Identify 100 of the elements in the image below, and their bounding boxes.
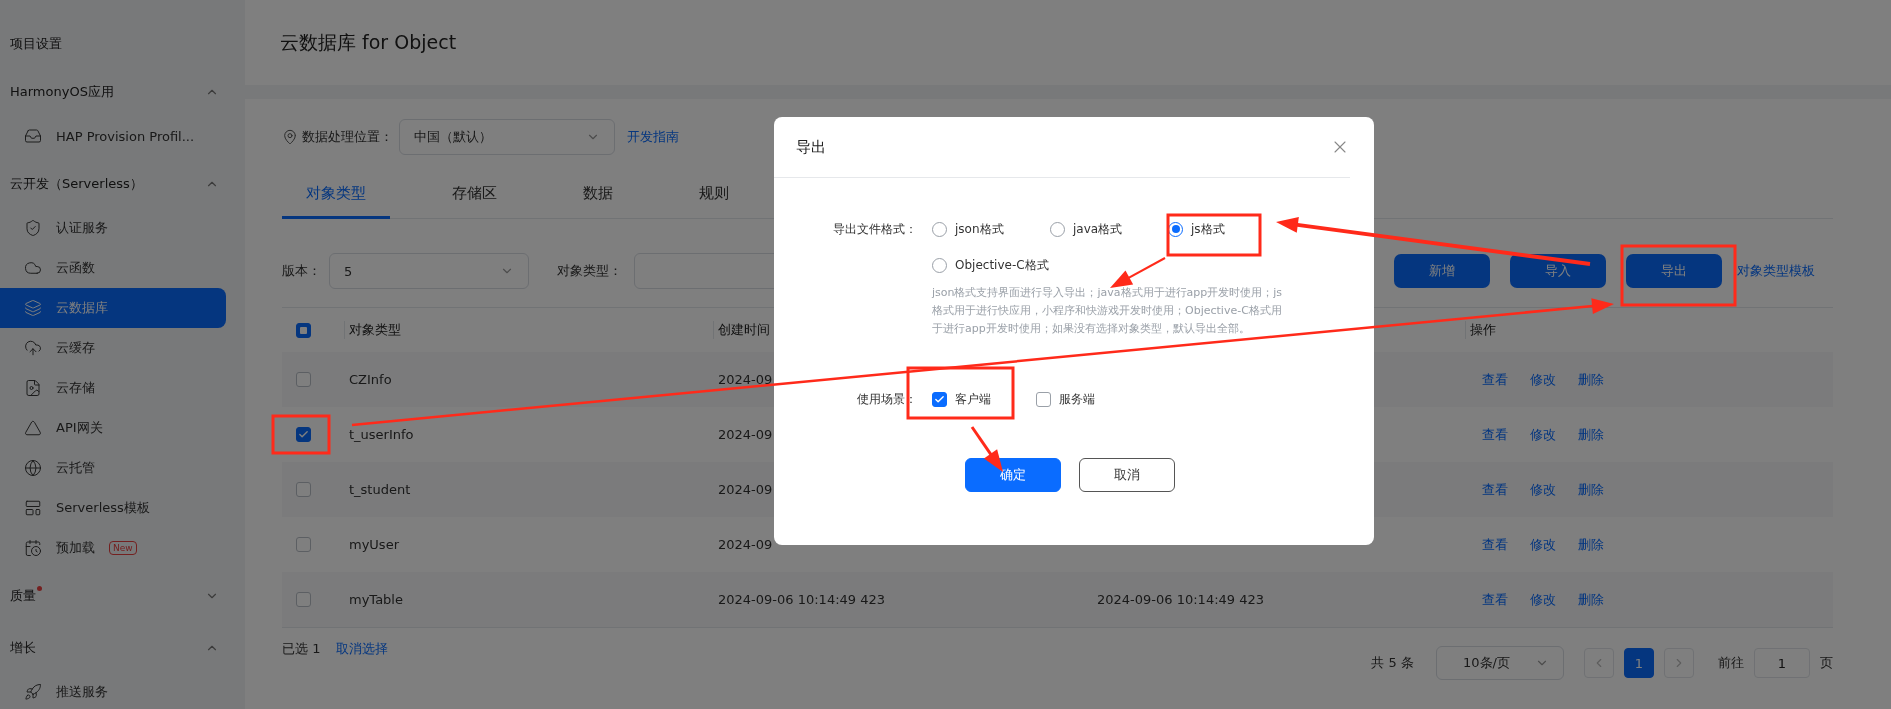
- dev-guide-link[interactable]: 开发指南: [627, 128, 679, 146]
- table-cell: 2024-09: [718, 427, 773, 442]
- row-action-link[interactable]: 修改: [1530, 590, 1556, 609]
- row-checkbox[interactable]: [296, 592, 311, 607]
- inbox-icon: [24, 127, 42, 145]
- row-action-link[interactable]: 修改: [1530, 480, 1556, 499]
- sidebar-item[interactable]: HAP Provision Profil...: [0, 116, 226, 156]
- sidebar-section-title[interactable]: 云开发（Serverless）: [10, 175, 143, 193]
- image-file-icon: [24, 379, 42, 397]
- format-radio[interactable]: js格式: [1168, 218, 1258, 240]
- row-action-link[interactable]: 删除: [1578, 480, 1604, 499]
- confirm-button[interactable]: 确定: [965, 458, 1061, 492]
- column-header: 创建时间: [713, 321, 770, 339]
- sidebar-item-label: 云托管: [56, 459, 95, 477]
- table-cell: 2024-09: [718, 372, 773, 387]
- region-select[interactable]: 中国（默认）: [399, 119, 615, 155]
- action-button[interactable]: 导出: [1626, 254, 1722, 288]
- usage-label: 使用场景：: [856, 391, 917, 408]
- checkbox[interactable]: [1036, 391, 1051, 407]
- sidebar-section-title[interactable]: 增长: [10, 639, 36, 657]
- page-suffix: 页: [1820, 654, 1833, 672]
- cloud-icon: [24, 259, 42, 277]
- row-action-link[interactable]: 修改: [1530, 425, 1556, 444]
- sidebar-item[interactable]: API网关: [0, 408, 226, 448]
- tab[interactable]: 存储区: [428, 170, 521, 219]
- sidebar-section-title[interactable]: 质量: [10, 587, 36, 605]
- sidebar-item[interactable]: 推送服务: [0, 672, 226, 709]
- action-button[interactable]: 新增: [1394, 254, 1490, 288]
- row-action-link[interactable]: 查看: [1482, 425, 1508, 444]
- sidebar-item[interactable]: 云缓存: [0, 328, 226, 368]
- table-cell: myUser: [349, 537, 399, 552]
- sidebar-item-label: API网关: [56, 419, 103, 437]
- sidebar-item[interactable]: 云托管: [0, 448, 226, 488]
- sidebar-item[interactable]: 预加载 New: [0, 528, 226, 568]
- sidebar-item-label: 预加载: [56, 539, 95, 557]
- globe-icon: [24, 459, 42, 477]
- sidebar-item[interactable]: Serverless模板: [0, 488, 226, 528]
- row-action-link[interactable]: 删除: [1578, 535, 1604, 554]
- highlight-frame: [271, 414, 331, 455]
- layers-icon: [24, 299, 42, 317]
- check-icon: [298, 429, 309, 440]
- page-size-select[interactable]: 10条/页: [1436, 646, 1564, 680]
- table-cell: t_student: [349, 482, 411, 497]
- sidebar-item-label: 云存储: [56, 379, 95, 397]
- version-select[interactable]: 5: [329, 253, 529, 289]
- version-label: 版本：: [282, 262, 321, 280]
- sidebar-item[interactable]: 认证服务: [0, 208, 226, 248]
- cancel-button[interactable]: 取消: [1079, 458, 1175, 492]
- type-label: 对象类型：: [557, 262, 622, 280]
- row-action-link[interactable]: 删除: [1578, 590, 1604, 609]
- sidebar-item[interactable]: 云函数: [0, 248, 226, 288]
- total-count: 共 5 条: [1371, 654, 1414, 672]
- triangle-icon: [24, 419, 42, 437]
- page-button[interactable]: 1: [1624, 648, 1654, 678]
- row-checkbox[interactable]: [296, 427, 311, 442]
- sidebar-item-label: 推送服务: [56, 683, 108, 701]
- tab[interactable]: 规则: [675, 170, 753, 219]
- row-action-link[interactable]: 删除: [1578, 425, 1604, 444]
- tab[interactable]: 对象类型: [282, 170, 390, 219]
- sidebar-item-label: 云数据库: [56, 299, 108, 317]
- column-header: 对象类型: [344, 321, 401, 339]
- usage-checkbox[interactable]: 服务端: [1036, 388, 1140, 410]
- shield-icon: [24, 219, 42, 237]
- row-checkbox[interactable]: [296, 537, 311, 552]
- dialog-title: 导出: [796, 137, 826, 157]
- table-cell: 2024-09-06 10:14:49 423: [1097, 592, 1264, 607]
- format-radio[interactable]: java格式: [1050, 218, 1168, 240]
- format-hint: json格式支持界面进行导入导出；java格式用于进行app开发时使用；js格式用于进行快应用，小程序和快游戏开发时使用；Objective-C格式用于进行app开发时使用；如果没有选择对象类型，默认导出全部。: [932, 285, 1284, 337]
- format-label: 导出文件格式：: [832, 221, 917, 238]
- usage-checkbox[interactable]: 客户端: [932, 388, 1036, 410]
- sidebar-item-label: Serverless模板: [56, 499, 150, 517]
- format-radio[interactable]: json格式: [932, 218, 1050, 240]
- table-cell: myTable: [349, 592, 403, 607]
- tab[interactable]: 数据: [559, 170, 637, 219]
- row-action-link[interactable]: 修改: [1530, 535, 1556, 554]
- row-action-link[interactable]: 查看: [1482, 535, 1508, 554]
- sidebar-item[interactable]: 云存储: [0, 368, 226, 408]
- sidebar-item-label: HAP Provision Profil...: [56, 128, 195, 144]
- format-radio[interactable]: Objective-C格式: [932, 254, 1050, 276]
- page-input[interactable]: 1: [1754, 648, 1810, 678]
- page-title: 云数据库 for Object: [280, 29, 457, 55]
- sidebar-section-title[interactable]: HarmonyOS应用: [10, 83, 114, 101]
- select-all-checkbox[interactable]: [296, 322, 311, 338]
- sidebar-section-title[interactable]: 项目设置: [10, 35, 62, 53]
- template-link[interactable]: 对象类型模板: [1737, 262, 1815, 280]
- table-cell: 2024-09-06 10:14:49 423: [718, 592, 885, 607]
- row-action-link[interactable]: 查看: [1482, 480, 1508, 499]
- action-button[interactable]: 导入: [1510, 254, 1606, 288]
- table-cell: 2024-09: [718, 482, 773, 497]
- row-action-link[interactable]: 修改: [1530, 370, 1556, 389]
- checkbox[interactable]: [932, 391, 947, 407]
- row-action-link[interactable]: 查看: [1482, 370, 1508, 389]
- row-action-link[interactable]: 删除: [1578, 370, 1604, 389]
- new-badge: New: [109, 541, 137, 555]
- sidebar-item[interactable]: 云数据库: [0, 288, 226, 328]
- row-action-link[interactable]: 查看: [1482, 590, 1508, 609]
- table-cell: t_userInfo: [349, 427, 414, 442]
- row-checkbox[interactable]: [296, 372, 311, 387]
- row-checkbox[interactable]: [296, 482, 311, 497]
- clear-selection-link[interactable]: 取消选择: [336, 640, 389, 658]
